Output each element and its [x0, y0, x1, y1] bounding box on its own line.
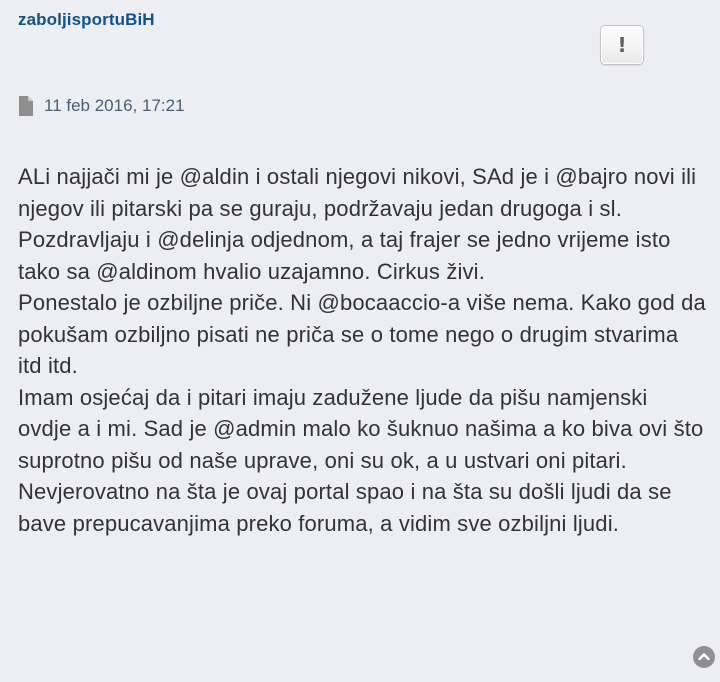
report-button[interactable]: ! [600, 25, 644, 65]
back-to-top-button[interactable] [693, 646, 715, 668]
post-paragraph: ALi najjači mi je @aldin i ostali njegov… [18, 164, 697, 284]
file-icon[interactable] [18, 96, 34, 116]
post-meta: 11 feb 2016, 17:21 [18, 96, 185, 116]
post-date: 11 feb 2016, 17:21 [44, 96, 185, 115]
post-paragraph: Ponestalo je ozbiljne priče. Ni @bocaacc… [18, 290, 706, 378]
chevron-up-icon [698, 653, 710, 661]
post-author-link[interactable]: zaboljisportuBiH [18, 10, 155, 30]
report-icon: ! [617, 33, 627, 57]
post: zaboljisportuBiH ! 11 feb 2016, 17:21 AL… [0, 0, 720, 682]
post-paragraph: Imam osjećaj da i pitari imaju zadužene … [18, 384, 704, 473]
post-paragraph: Nevjerovatno na šta je ovaj portal spao … [18, 479, 672, 536]
post-content: ALi najjači mi je @aldin i ostali njegov… [18, 161, 706, 539]
